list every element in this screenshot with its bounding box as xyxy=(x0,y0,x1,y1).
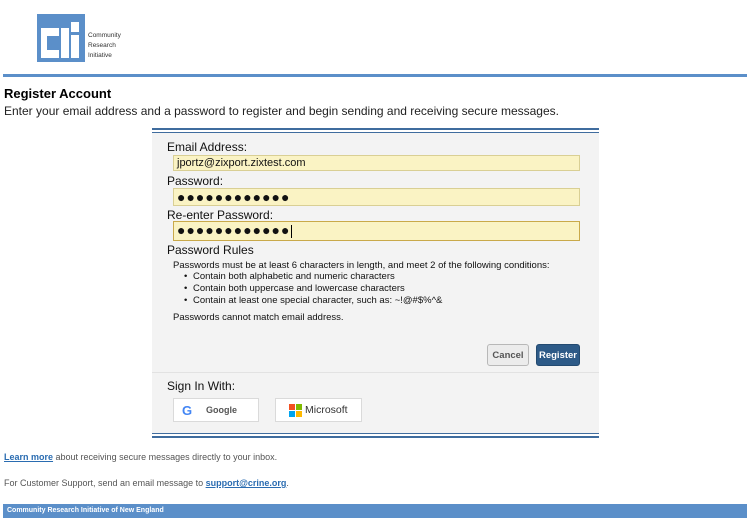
support-suffix: . xyxy=(286,478,289,488)
page-title: Register Account xyxy=(4,86,112,101)
google-sign-in-button[interactable]: G Google xyxy=(173,398,259,422)
google-label: Google xyxy=(206,405,237,415)
cancel-button[interactable]: Cancel xyxy=(487,344,529,366)
support-email-link[interactable]: support@crine.org xyxy=(206,478,287,488)
logo-line: Community xyxy=(88,32,121,39)
password-rules-intro: Passwords must be at least 6 characters … xyxy=(173,260,550,271)
password-rules-title: Password Rules xyxy=(167,243,254,257)
microsoft-icon xyxy=(289,403,302,417)
panel-top-rule xyxy=(152,128,599,133)
support-text: For Customer Support, send an email mess… xyxy=(4,478,289,488)
reenter-password-value: ●●●●●●●●●●●● xyxy=(177,222,291,238)
password-rules-note: Passwords cannot match email address. xyxy=(173,312,344,323)
register-button[interactable]: Register xyxy=(536,344,580,366)
register-panel: Email Address: jportz@zixport.zixtest.co… xyxy=(152,128,599,438)
logo-line: Research xyxy=(88,42,116,49)
footer-bar: Community Research Initiative of New Eng… xyxy=(3,504,747,518)
panel-bottom-rule xyxy=(152,433,599,438)
cri-logo: Community Research Initiative xyxy=(37,14,137,66)
password-rule-item: Contain at least one special character, … xyxy=(184,295,442,307)
email-field[interactable]: jportz@zixport.zixtest.com xyxy=(173,155,580,171)
email-label: Email Address: xyxy=(167,140,248,154)
microsoft-sign-in-button[interactable]: Microsoft xyxy=(275,398,362,422)
page-intro: Enter your email address and a password … xyxy=(4,104,559,118)
header-divider xyxy=(3,74,747,77)
learn-more-text: Learn more about receiving secure messag… xyxy=(4,452,277,462)
text-caret xyxy=(291,224,293,238)
logo-line: Initiative xyxy=(88,52,112,59)
google-icon: G xyxy=(182,402,193,418)
microsoft-label: Microsoft xyxy=(305,404,348,416)
support-prefix: For Customer Support, send an email mess… xyxy=(4,478,206,488)
password-rule-item: Contain both alphabetic and numeric char… xyxy=(184,271,442,283)
reenter-password-label: Re-enter Password: xyxy=(167,208,274,222)
learn-more-link[interactable]: Learn more xyxy=(4,452,53,462)
password-field[interactable]: ●●●●●●●●●●●● xyxy=(173,188,580,206)
sign-in-with-label: Sign In With: xyxy=(167,379,236,393)
section-divider xyxy=(152,372,599,373)
password-value: ●●●●●●●●●●●● xyxy=(177,189,291,205)
logo-wordmark: Community Research Initiative xyxy=(88,31,121,61)
cri-logo-mark xyxy=(37,14,85,62)
password-label: Password: xyxy=(167,174,224,188)
learn-more-rest: about receiving secure messages directly… xyxy=(53,452,278,462)
password-rules-list: Contain both alphabetic and numeric char… xyxy=(184,271,442,307)
reenter-password-field[interactable]: ●●●●●●●●●●●● xyxy=(173,221,580,241)
password-rule-item: Contain both uppercase and lowercase cha… xyxy=(184,283,442,295)
